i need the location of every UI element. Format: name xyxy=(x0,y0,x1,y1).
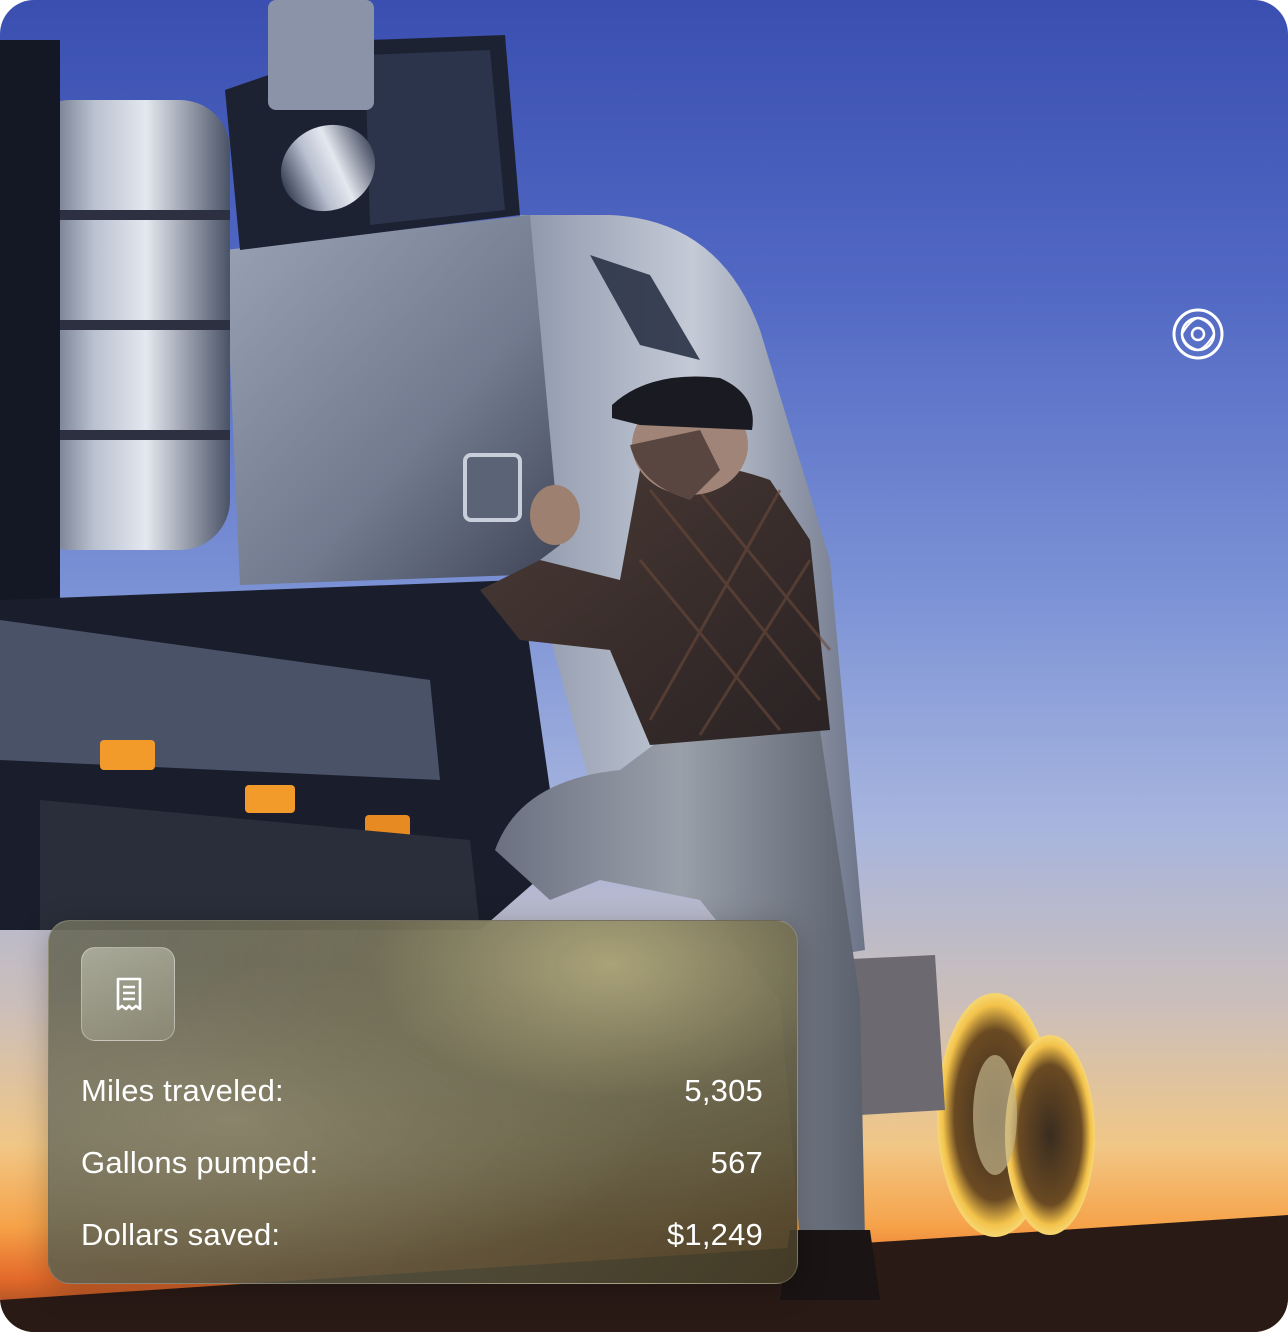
stat-label: Gallons pumped: xyxy=(81,1145,319,1180)
stat-label: Miles traveled: xyxy=(81,1073,284,1108)
stat-label: Dollars saved: xyxy=(81,1217,281,1252)
receipt-icon-tile xyxy=(81,947,175,1041)
orbit-logo-icon xyxy=(1172,308,1224,360)
receipt-icon xyxy=(116,977,142,1011)
hero-photo: Miles traveled: 5,305 Gallons pumped: 56… xyxy=(0,0,1288,1332)
trip-savings-card: Miles traveled: 5,305 Gallons pumped: 56… xyxy=(48,920,798,1284)
stat-row-dollars: Dollars saved: $1,249 xyxy=(81,1215,763,1255)
stat-value: 567 xyxy=(710,1145,763,1180)
stat-row-miles: Miles traveled: 5,305 xyxy=(81,1071,763,1111)
stat-value: 5,305 xyxy=(684,1073,763,1108)
stat-row-gallons: Gallons pumped: 567 xyxy=(81,1143,763,1183)
stat-value: $1,249 xyxy=(666,1217,763,1252)
